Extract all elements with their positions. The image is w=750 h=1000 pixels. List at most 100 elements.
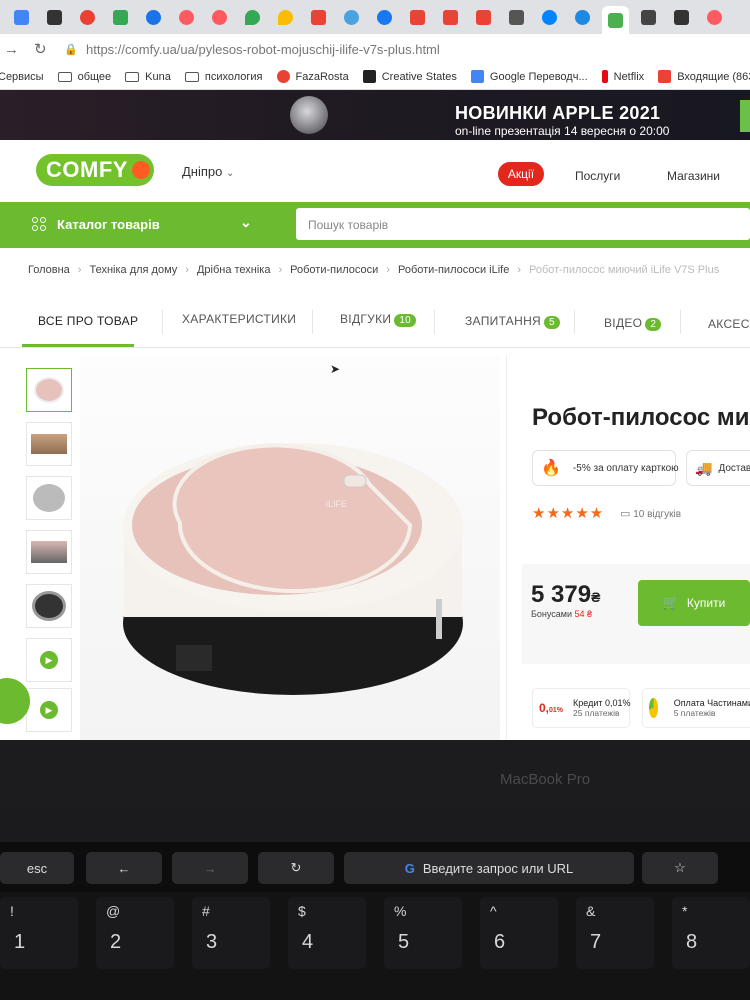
buy-button[interactable]: 🛒 Купити	[638, 580, 750, 626]
photo-thumb-icon	[32, 591, 66, 621]
bookmark-folder[interactable]: общее	[57, 71, 111, 83]
play-icon: ▶	[40, 651, 58, 669]
browser-tab[interactable]	[8, 6, 35, 28]
bookmark-link[interactable]: Google Переводч...	[470, 70, 588, 83]
browser-tab[interactable]	[437, 6, 464, 28]
url-field[interactable]: https://comfy.ua/ua/pylesos-robot-mojusc…	[86, 42, 440, 57]
banner-accent	[740, 100, 750, 132]
browser-tab[interactable]	[239, 6, 266, 28]
key-8[interactable]: * 8	[672, 897, 750, 969]
catalog-button[interactable]: Каталог товарів ⌄	[0, 202, 272, 246]
browser-tab[interactable]	[569, 6, 596, 28]
browser-tab-active[interactable]	[602, 6, 629, 34]
breadcrumb-item[interactable]: Головна	[28, 264, 70, 276]
bookmark-label: FazaRosta	[295, 70, 349, 83]
browser-tab[interactable]	[74, 6, 101, 28]
credit-sub: 25 платежів	[573, 708, 620, 718]
apple-promo-banner[interactable]: НОВИНКИ APPLE 2021 on-line презентація 1…	[0, 90, 750, 140]
browser-tab[interactable]	[41, 6, 68, 28]
breadcrumb-item[interactable]: Дрібна техніка	[197, 264, 271, 276]
browser-tab[interactable]	[140, 6, 167, 28]
reload-key-icon[interactable]: ↻	[258, 852, 334, 884]
key-3[interactable]: #3	[192, 897, 270, 969]
bookmark-link[interactable]: FazaRosta	[276, 70, 349, 83]
gallery-thumbnail[interactable]	[26, 368, 72, 412]
promo-button[interactable]: Акції	[498, 162, 544, 186]
key-2[interactable]: @2	[96, 897, 174, 969]
gallery-thumbnail[interactable]	[26, 476, 72, 520]
comment-icon: ▭	[620, 508, 631, 520]
key-6[interactable]: ^ 6	[480, 897, 558, 969]
lock-icon[interactable]: 🔒	[64, 43, 80, 56]
tab-all-about[interactable]: ВСЕ ПРО ТОВАР	[38, 314, 138, 328]
photo-thumb-icon	[33, 484, 65, 512]
bookmark-label: Creative States	[381, 70, 457, 83]
key-4[interactable]: $4	[288, 897, 366, 969]
folder-icon	[184, 71, 199, 82]
stores-link[interactable]: Магазини	[667, 169, 720, 183]
breadcrumb-item[interactable]: Роботи-пилососи iLife	[398, 264, 509, 276]
breadcrumb-item[interactable]: Роботи-пилососи	[290, 264, 378, 276]
bookmark-folder[interactable]: психология	[184, 70, 263, 83]
bookmark-label: психология	[204, 70, 263, 83]
bookmark-star-icon[interactable]: ☆	[642, 852, 718, 884]
tab-reviews[interactable]: ВІДГУКИ 10	[340, 312, 417, 327]
delivery-badge[interactable]: 🚚 Достав	[686, 450, 750, 486]
comfy-logo[interactable]: COMFY	[36, 154, 154, 186]
gallery-thumbnail[interactable]	[26, 422, 72, 466]
search-input[interactable]: Пошук товарів	[296, 208, 750, 240]
product-photo[interactable]: iLIFE	[80, 355, 500, 740]
esc-key[interactable]: esc	[0, 852, 74, 884]
reload-icon[interactable]: ↻	[34, 40, 50, 58]
bookmark-services[interactable]: Сервисы	[0, 71, 44, 83]
key-5[interactable]: % 5	[384, 897, 462, 969]
tab-video[interactable]: ВІДЕО 2	[604, 316, 662, 331]
key-7[interactable]: & 7	[576, 897, 654, 969]
back-key-icon[interactable]: ←	[86, 852, 162, 884]
forward-key-icon[interactable]: →	[172, 852, 248, 884]
forward-icon[interactable]: →	[4, 41, 20, 58]
browser-tab[interactable]	[107, 6, 134, 28]
reviews-link[interactable]: ▭ 10 відгуків	[620, 507, 681, 520]
credit-option[interactable]: 0,01% Кредит 0,01% 25 платежів	[532, 688, 631, 728]
browser-tab[interactable]	[635, 6, 662, 28]
browser-tab[interactable]	[371, 6, 398, 28]
count-badge: 2	[645, 318, 662, 331]
bookmark-link[interactable]: Входящие (863) -...	[658, 70, 750, 83]
services-link[interactable]: Послуги	[575, 169, 620, 183]
touchbar-search[interactable]: G Введите запрос или URL	[344, 852, 634, 884]
gallery-thumbnail[interactable]	[26, 530, 72, 574]
browser-tab[interactable]	[536, 6, 563, 28]
reviews-count: 10 відгуків	[633, 509, 682, 520]
city-selector[interactable]: Дніпро ⌄	[182, 164, 234, 179]
browser-tab[interactable]	[173, 6, 200, 28]
bonus-value: 54 ₴	[574, 609, 593, 619]
browser-tab[interactable]	[206, 6, 233, 28]
bookmark-folder[interactable]: Kuna	[125, 71, 171, 83]
video-thumbnail[interactable]: ▶	[26, 638, 72, 682]
rating-stars[interactable]: ★★★★★	[532, 504, 604, 522]
tab-specs[interactable]: ХАРАКТЕРИСТИКИ	[182, 312, 296, 326]
browser-tab[interactable]	[404, 6, 431, 28]
installments-option[interactable]: Оплата Частинами 5 платежів	[642, 688, 750, 728]
browser-tab[interactable]	[470, 6, 497, 28]
video-thumbnail[interactable]: ▶	[26, 688, 72, 732]
browser-tab[interactable]	[272, 6, 299, 28]
browser-tab[interactable]	[338, 6, 365, 28]
gallery-thumbnail[interactable]	[26, 584, 72, 628]
tab-questions[interactable]: ЗАПИТАННЯ 5	[465, 314, 560, 329]
banner-subtitle: on-line презентація 14 вересня о 20:00	[455, 124, 670, 138]
breadcrumb-item[interactable]: Техніка для дому	[89, 264, 177, 276]
bookmark-link[interactable]: Netflix	[601, 70, 644, 83]
laptop-bezel	[0, 740, 750, 810]
key-1[interactable]: ! 1	[0, 897, 78, 969]
browser-tab[interactable]	[305, 6, 332, 28]
card-discount-badge[interactable]: 🔥 -5% за оплату карткою	[532, 450, 679, 486]
banner-title: НОВИНКИ APPLE 2021	[455, 103, 661, 123]
browser-tab[interactable]	[668, 6, 695, 28]
browser-tab[interactable]	[503, 6, 530, 28]
browser-tab[interactable]	[701, 6, 728, 28]
breadcrumb-separator-icon: ›	[77, 264, 82, 276]
tab-accessories[interactable]: АКСЕСУ	[708, 317, 750, 331]
bookmark-link[interactable]: Creative States	[362, 70, 457, 83]
